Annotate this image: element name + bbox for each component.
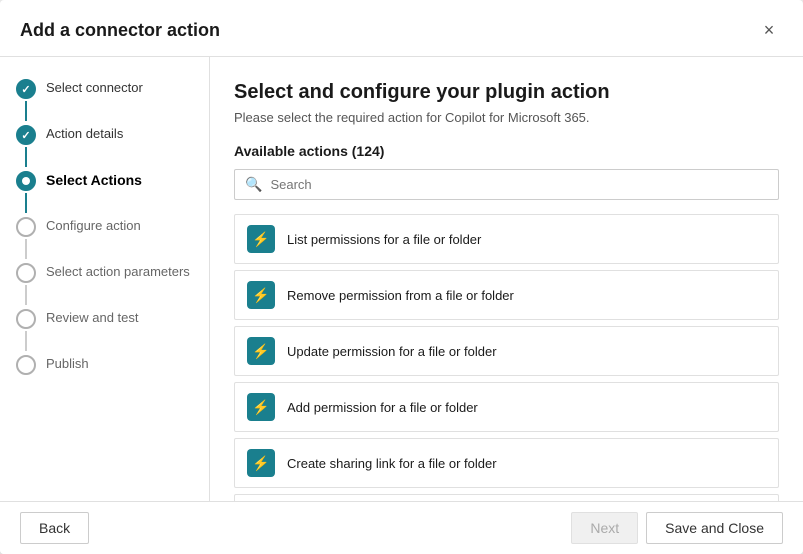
action-icon-add-permission: ⚡: [247, 393, 275, 421]
action-item-create-sharing-link[interactable]: ⚡ Create sharing link for a file or folde…: [234, 438, 779, 488]
action-list: ⚡List permissions for a file or folder⚡R…: [234, 214, 779, 501]
close-icon: ×: [764, 20, 775, 41]
save-close-button[interactable]: Save and Close: [646, 512, 783, 544]
action-icon-update-permission: ⚡: [247, 337, 275, 365]
connector-icon: ⚡: [252, 343, 269, 360]
step-circle-select-actions: [16, 171, 36, 191]
action-item-list-permissions[interactable]: ⚡ List permissions for a file or folder: [234, 214, 779, 264]
close-button[interactable]: ×: [755, 16, 783, 44]
step-connector-review-and-test: [25, 331, 27, 351]
dialog-title: Add a connector action: [20, 20, 220, 41]
step-circle-review-and-test: [16, 309, 36, 329]
main-title: Select and configure your plugin action: [234, 81, 779, 104]
step-label-select-action-parameters: Select action parameters: [46, 262, 190, 279]
action-label-list-permissions: List permissions for a file or folder: [287, 232, 481, 247]
connector-icon: ⚡: [252, 231, 269, 248]
action-item-add-permission[interactable]: ⚡ Add permission for a file or folder: [234, 382, 779, 432]
step-label-select-actions: Select Actions: [46, 170, 142, 188]
step-circle-action-details: ✓: [16, 125, 36, 145]
step-connector-configure-action: [25, 239, 27, 259]
step-label-publish: Publish: [46, 354, 89, 371]
next-button: Next: [571, 512, 638, 544]
action-item-update-permission[interactable]: ⚡ Update permission for a file or folder: [234, 326, 779, 376]
connector-icon: ⚡: [252, 455, 269, 472]
action-item-render-item-attachment-thumbnail[interactable]: ⚡Render item attachment thumbnail, with …: [234, 494, 779, 501]
search-icon: 🔍: [245, 176, 262, 193]
step-label-configure-action: Configure action: [46, 216, 141, 233]
action-label-update-permission: Update permission for a file or folder: [287, 344, 497, 359]
action-icon-create-sharing-link: ⚡: [247, 449, 275, 477]
step-circle-select-action-parameters: [16, 263, 36, 283]
step-label-review-and-test: Review and test: [46, 308, 139, 325]
dialog-footer: Back Next Save and Close: [0, 501, 803, 554]
back-button[interactable]: Back: [20, 512, 89, 544]
check-icon: ✓: [21, 83, 30, 96]
dialog-body: ✓ Select connector ✓ Action details Select A…: [0, 57, 803, 501]
sidebar-step-select-actions: Select Actions: [16, 169, 209, 215]
active-dot: [22, 177, 30, 185]
sidebar-step-configure-action[interactable]: Configure action: [16, 215, 209, 261]
action-icon-remove-permission: ⚡: [247, 281, 275, 309]
search-box: 🔍: [234, 169, 779, 200]
available-actions-label: Available actions (124): [234, 143, 779, 159]
sidebar-step-select-connector[interactable]: ✓ Select connector: [16, 77, 209, 123]
sidebar: ✓ Select connector ✓ Action details Select A…: [0, 57, 210, 501]
connector-icon: ⚡: [252, 399, 269, 416]
step-connector-select-actions: [25, 193, 27, 213]
step-label-select-connector: Select connector: [46, 78, 143, 95]
action-label-remove-permission: Remove permission from a file or folder: [287, 288, 514, 303]
action-label-create-sharing-link: Create sharing link for a file or folder: [287, 456, 497, 471]
step-circle-publish: [16, 355, 36, 375]
step-circle-select-connector: ✓: [16, 79, 36, 99]
dialog-header: Add a connector action ×: [0, 0, 803, 57]
sidebar-step-action-details[interactable]: ✓ Action details: [16, 123, 209, 169]
footer-right-buttons: Next Save and Close: [571, 512, 783, 544]
action-item-remove-permission[interactable]: ⚡ Remove permission from a file or folder: [234, 270, 779, 320]
search-input[interactable]: [270, 177, 768, 192]
connector-icon: ⚡: [252, 287, 269, 304]
sidebar-step-select-action-parameters[interactable]: Select action parameters: [16, 261, 209, 307]
step-connector-action-details: [25, 147, 27, 167]
action-label-add-permission: Add permission for a file or folder: [287, 400, 478, 415]
sidebar-step-review-and-test[interactable]: Review and test: [16, 307, 209, 353]
check-icon: ✓: [21, 129, 30, 142]
action-icon-list-permissions: ⚡: [247, 225, 275, 253]
main-subtitle: Please select the required action for Co…: [234, 110, 779, 125]
add-connector-action-dialog: Add a connector action × ✓ Select connect…: [0, 0, 803, 554]
step-label-action-details: Action details: [46, 124, 123, 141]
main-content: Select and configure your plugin action …: [210, 57, 803, 501]
sidebar-step-publish[interactable]: Publish: [16, 353, 209, 375]
step-connector-select-action-parameters: [25, 285, 27, 305]
step-connector-select-connector: [25, 101, 27, 121]
step-circle-configure-action: [16, 217, 36, 237]
